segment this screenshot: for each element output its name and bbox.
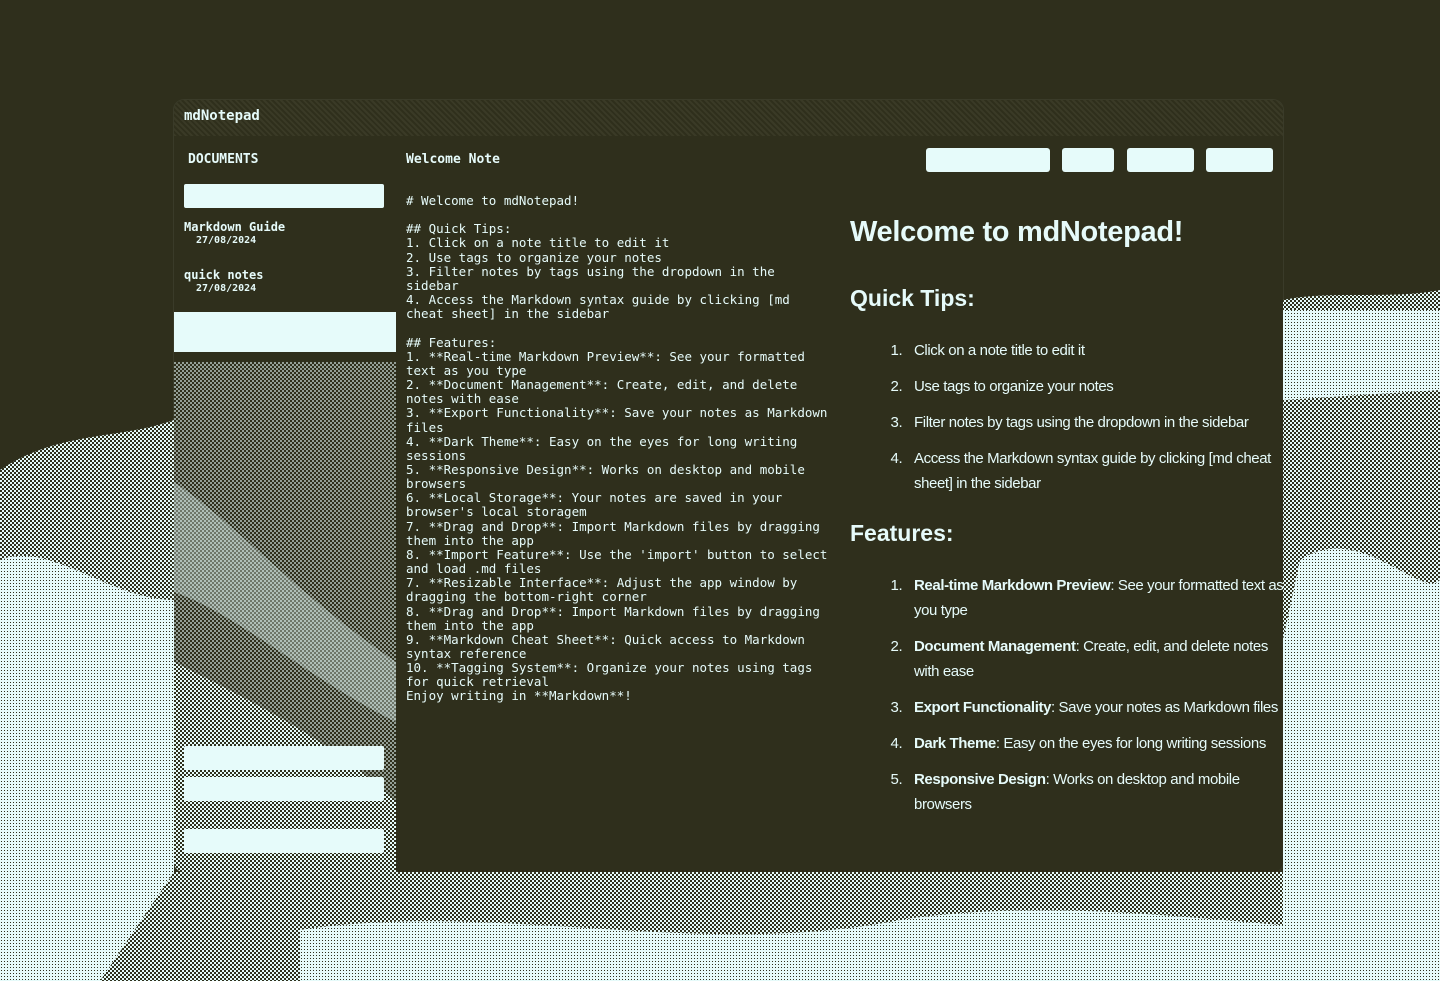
- editor-line: 8. **Drag and Drop**: Import Markdown fi…: [406, 603, 828, 633]
- editor-line: 3. Filter notes by tags using the dropdo…: [406, 263, 783, 293]
- feature-desc: : Easy on the eyes for long writing sess…: [995, 735, 1266, 752]
- feature-name: Dark Theme: [914, 735, 996, 752]
- preview-subheading: Quick Tips:: [850, 285, 975, 311]
- tag-input[interactable]: [926, 148, 1050, 172]
- document-title: quick notes: [184, 268, 264, 282]
- quick-tips-list: Click on a note title to edit it Use tag…: [850, 338, 1283, 496]
- editor-line: ## Features:: [406, 334, 497, 350]
- sidebar: DOCUMENTS Markdown Guide 27/08/2024 quic…: [174, 136, 396, 872]
- list-item: Click on a note title to edit it: [906, 338, 1283, 363]
- feature-name: Document Management: [914, 638, 1076, 655]
- document-item[interactable]: quick notes 27/08/2024: [184, 268, 263, 294]
- editor-line: ## Quick Tips:: [406, 221, 512, 237]
- search-input[interactable]: [184, 184, 384, 208]
- editor-line: 7. **Resizable Interface**: Adjust the a…: [406, 575, 805, 605]
- editor-line: 4. **Dark Theme**: Easy on the eyes for …: [406, 433, 805, 463]
- list-item: Export Functionality: Save your notes as…: [906, 695, 1283, 720]
- editor-line: 1. Click on a note title to edit it: [406, 235, 670, 251]
- editor-line: 2. Use tags to organize your notes: [406, 249, 662, 265]
- editor-line: Enjoy writing in **Markdown**!: [406, 688, 632, 704]
- editor-line: 10. **Tagging System**: Organize your no…: [406, 660, 820, 690]
- tag-filter-dropdown[interactable]: [174, 312, 396, 352]
- list-item: Responsive Design: Works on desktop and …: [906, 767, 1283, 817]
- list-item: Use tags to organize your notes: [906, 374, 1283, 399]
- features-list: Real-time Markdown Preview: See your for…: [850, 573, 1283, 817]
- list-item: Access the Markdown syntax guide by clic…: [906, 446, 1283, 496]
- preview-heading: Welcome to mdNotepad!: [850, 216, 1184, 248]
- editor-line: 2. **Document Management**: Create, edit…: [406, 377, 805, 407]
- editor-line: 7. **Drag and Drop**: Import Markdown fi…: [406, 518, 828, 548]
- markdown-preview: Welcome to mdNotepad! Quick Tips: Click …: [850, 216, 1283, 841]
- app-window: mdNotepad DOCUMENTS Markdown Guide 27/08…: [174, 100, 1283, 872]
- feature-name: Responsive Design: [914, 771, 1046, 788]
- app-title: mdNotepad: [184, 108, 260, 124]
- editor-line: 3. **Export Functionality**: Save your n…: [406, 405, 835, 435]
- list-item: Document Management: Create, edit, and d…: [906, 634, 1283, 684]
- editor-line: 5. **Responsive Design**: Works on deskt…: [406, 461, 813, 492]
- feature-name: Export Functionality: [914, 699, 1052, 716]
- editor-line: 9. **Markdown Cheat Sheet**: Quick acces…: [406, 631, 813, 661]
- sidebar-button[interactable]: [184, 777, 384, 801]
- editor-line: 6. **Local Storage**: Your notes are sav…: [406, 490, 790, 520]
- markdown-editor[interactable]: # Welcome to mdNotepad! ## Quick Tips: 1.…: [406, 193, 835, 704]
- documents-header: DOCUMENTS: [188, 152, 259, 167]
- feature-desc: : Save your notes as Markdown files: [1051, 699, 1278, 716]
- toolbar-button[interactable]: [1206, 148, 1273, 172]
- document-date: 27/08/2024: [196, 235, 257, 246]
- toolbar-button[interactable]: [1127, 148, 1194, 172]
- list-item: Filter notes by tags using the dropdown …: [906, 410, 1283, 435]
- sidebar-button[interactable]: [184, 746, 384, 770]
- document-date: 27/08/2024: [196, 283, 257, 294]
- note-title[interactable]: Welcome Note: [406, 152, 500, 167]
- document-item[interactable]: Markdown Guide 27/08/2024: [184, 220, 285, 246]
- editor-line: # Welcome to mdNotepad!: [406, 193, 580, 208]
- editor-pane: Welcome Note # Welcome to mdNotepad! ## …: [396, 136, 1283, 872]
- sidebar-button[interactable]: [184, 829, 384, 853]
- list-item: Dark Theme: Easy on the eyes for long wr…: [906, 731, 1283, 756]
- editor-line: 8. **Import Feature**: Use the 'import' …: [406, 546, 835, 577]
- toolbar-button[interactable]: [1062, 148, 1114, 172]
- feature-name: Real-time Markdown Preview: [914, 577, 1111, 594]
- title-bar[interactable]: mdNotepad: [174, 100, 1283, 136]
- editor-line: 4. Access the Markdown syntax guide by c…: [406, 292, 798, 322]
- list-item: Real-time Markdown Preview: See your for…: [906, 573, 1283, 623]
- preview-subheading: Features:: [850, 520, 954, 546]
- editor-line: 1. **Real-time Markdown Preview**: See y…: [406, 348, 813, 378]
- document-title: Markdown Guide: [184, 220, 286, 234]
